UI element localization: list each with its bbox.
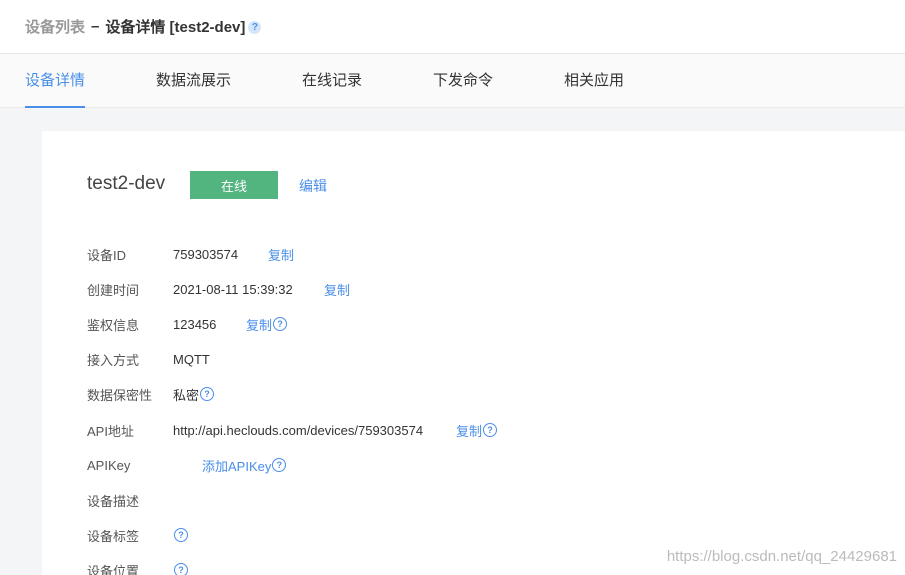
detail-label: 创建时间 bbox=[87, 282, 140, 298]
help-icon[interactable]: ? bbox=[200, 387, 215, 401]
help-icon[interactable]: ? bbox=[483, 423, 498, 437]
detail-row-location: 设备位置 ? bbox=[87, 560, 188, 575]
breadcrumb: 设备列表 – 设备详情 [test2-dev] ? bbox=[0, 0, 905, 54]
device-id-value: 759303574 bbox=[173, 246, 239, 262]
breadcrumb-separator: – bbox=[91, 18, 100, 35]
detail-label: 设备标签 bbox=[87, 528, 140, 544]
copy-auth-link[interactable]: 复制 ? bbox=[246, 315, 288, 334]
edit-link[interactable]: 编辑 bbox=[299, 176, 327, 196]
device-detail-card: test2-dev 在线 编辑 设备ID 759303574 复制 创建时间 2… bbox=[42, 131, 905, 575]
auth-info-value: 123456 bbox=[173, 316, 217, 332]
detail-row-created: 创建时间 2021-08-11 15:39:32 复制 bbox=[87, 279, 350, 299]
detail-row-tags: 设备标签 ? bbox=[87, 525, 188, 545]
help-icon[interactable]: ? bbox=[174, 563, 188, 575]
detail-row-api-url: API地址 http://api.heclouds.com/devices/75… bbox=[87, 420, 498, 440]
privacy-value: 私密 bbox=[173, 387, 200, 403]
help-icon[interactable]: ? bbox=[248, 21, 262, 34]
copy-api-url-link[interactable]: 复制 ? bbox=[456, 421, 498, 440]
created-time-value: 2021-08-11 15:39:32 bbox=[173, 281, 293, 297]
help-icon[interactable]: ? bbox=[272, 458, 287, 472]
detail-label: 设备ID bbox=[87, 247, 127, 263]
detail-row-device-id: 设备ID 759303574 复制 bbox=[87, 244, 294, 264]
help-icon[interactable]: ? bbox=[174, 528, 188, 542]
copy-created-time-link[interactable]: 复制 bbox=[324, 280, 350, 299]
tab-bar: 设备详情 数据流展示 在线记录 下发命令 相关应用 bbox=[0, 54, 905, 108]
page-title: 设备详情 [test2-dev] bbox=[105, 19, 246, 36]
api-url-value: http://api.heclouds.com/devices/75930357… bbox=[173, 422, 424, 438]
add-apikey-label: 添加APIKey bbox=[202, 458, 272, 474]
protocol-value: MQTT bbox=[173, 351, 210, 367]
watermark: https://blog.csdn.net/qq_24429681 bbox=[666, 548, 897, 565]
tab-online-records[interactable]: 在线记录 bbox=[302, 54, 362, 108]
detail-row-description: 设备描述 bbox=[87, 490, 139, 510]
copy-auth-label: 复制 bbox=[246, 317, 273, 333]
tab-datastreams[interactable]: 数据流展示 bbox=[156, 54, 231, 108]
copy-device-id-link[interactable]: 复制 bbox=[268, 245, 294, 264]
detail-label: 数据保密性 bbox=[87, 387, 153, 403]
detail-row-privacy: 数据保密性 私密 ? bbox=[87, 384, 215, 404]
detail-label: APIKey bbox=[87, 457, 131, 473]
detail-row-apikey: APIKey 添加APIKey ? bbox=[87, 455, 287, 475]
detail-label: 鉴权信息 bbox=[87, 317, 140, 333]
detail-label: 设备描述 bbox=[87, 493, 140, 509]
detail-label: API地址 bbox=[87, 423, 134, 439]
breadcrumb-device-list[interactable]: 设备列表 bbox=[25, 16, 85, 37]
add-apikey-link[interactable]: 添加APIKey ? bbox=[202, 456, 287, 475]
help-icon[interactable]: ? bbox=[273, 317, 288, 331]
detail-label: 设备位置 bbox=[87, 563, 140, 575]
status-badge: 在线 bbox=[190, 171, 278, 199]
detail-row-auth: 鉴权信息 123456 复制 ? bbox=[87, 314, 288, 334]
device-name: test2-dev bbox=[87, 173, 166, 194]
tab-device-details[interactable]: 设备详情 bbox=[25, 54, 86, 108]
copy-api-url-label: 复制 bbox=[456, 423, 483, 439]
tab-send-command[interactable]: 下发命令 bbox=[433, 54, 493, 108]
privacy-value-wrap: 私密 ? bbox=[173, 385, 215, 404]
tab-related-apps[interactable]: 相关应用 bbox=[564, 54, 624, 108]
detail-row-protocol: 接入方式 MQTT bbox=[87, 349, 210, 369]
detail-label: 接入方式 bbox=[87, 352, 140, 368]
